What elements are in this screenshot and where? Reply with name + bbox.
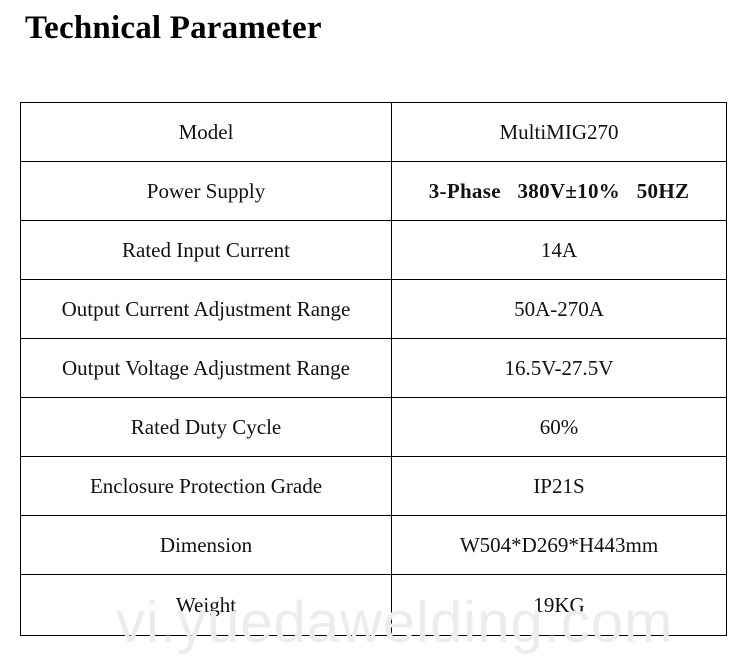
table-row: Power Supply 3-Phase 380V±10% 50HZ — [20, 161, 727, 221]
parameter-label-cell: Rated Input Current — [20, 220, 392, 280]
parameter-value-cell: 19KG — [391, 574, 727, 636]
parameter-value-cell: 60% — [391, 397, 727, 457]
parameter-value-cell: 14A — [391, 220, 727, 280]
page-title: Technical Parameter — [25, 10, 322, 46]
parameter-label-cell: Model — [20, 102, 392, 162]
parameter-value-cell: 3-Phase 380V±10% 50HZ — [391, 161, 727, 221]
parameter-value-cell: 50A-270A — [391, 279, 727, 339]
technical-parameter-table-wrapper: Model MultiMIG270 Power Supply 3-Phase 3… — [20, 102, 727, 636]
parameter-label-cell: Output Current Adjustment Range — [20, 279, 392, 339]
parameter-label-cell: Output Voltage Adjustment Range — [20, 338, 392, 398]
parameter-value-cell: W504*D269*H443mm — [391, 515, 727, 575]
parameter-label-cell: Power Supply — [20, 161, 392, 221]
table-row: Output Current Adjustment Range 50A-270A — [20, 279, 727, 339]
table-row: Dimension W504*D269*H443mm — [20, 515, 727, 575]
parameter-label-cell: Dimension — [20, 515, 392, 575]
parameter-value-cell: IP21S — [391, 456, 727, 516]
table-row: Rated Input Current 14A — [20, 220, 727, 280]
table-row: Model MultiMIG270 — [20, 102, 727, 162]
table-body: Model MultiMIG270 Power Supply 3-Phase 3… — [20, 102, 727, 636]
table-row: Enclosure Protection Grade IP21S — [20, 456, 727, 516]
parameter-value-cell: MultiMIG270 — [391, 102, 727, 162]
parameter-value-cell: 16.5V-27.5V — [391, 338, 727, 398]
table-row: Output Voltage Adjustment Range 16.5V-27… — [20, 338, 727, 398]
parameter-label-cell: Enclosure Protection Grade — [20, 456, 392, 516]
document-page: Technical Parameter Model MultiMIG270 Po… — [0, 0, 750, 672]
table-row: Rated Duty Cycle 60% — [20, 397, 727, 457]
parameter-label-cell: Weight — [20, 574, 392, 636]
technical-parameter-table: Model MultiMIG270 Power Supply 3-Phase 3… — [20, 102, 727, 636]
table-row: Weight 19KG — [20, 574, 727, 636]
parameter-label-cell: Rated Duty Cycle — [20, 397, 392, 457]
